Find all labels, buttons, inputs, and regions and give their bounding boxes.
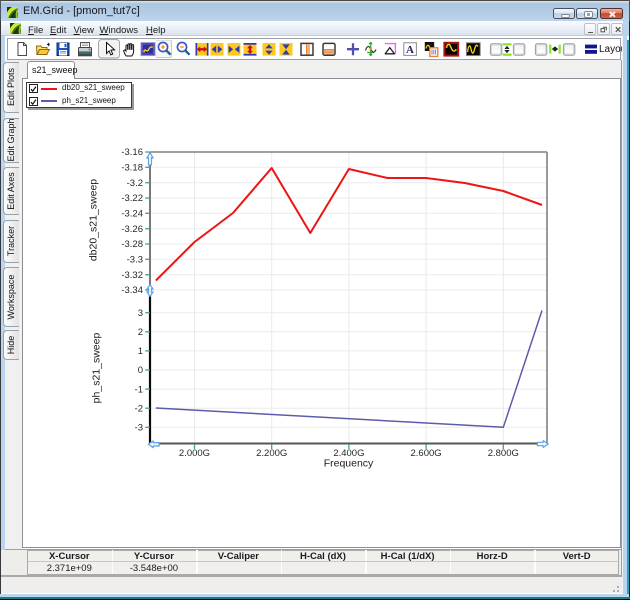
svg-text:2: 2 [138,327,143,338]
svg-text:-3.32: -3.32 [121,270,143,281]
svg-text:db20_s21_sweep: db20_s21_sweep [88,179,100,261]
svg-text:Frequency: Frequency [324,458,374,470]
svg-text:-3.34: -3.34 [121,285,143,296]
svg-text:-3.16: -3.16 [121,147,143,158]
svg-text:-3.22: -3.22 [121,193,143,204]
svg-text:-3.18: -3.18 [121,163,143,174]
svg-text:-3.24: -3.24 [121,209,143,220]
svg-text:-3.3: -3.3 [127,255,143,266]
svg-text:2.800G: 2.800G [488,448,519,459]
svg-text:2.200G: 2.200G [256,448,287,459]
svg-text:-3.28: -3.28 [121,239,143,250]
svg-text:0: 0 [138,365,143,376]
svg-text:2.000G: 2.000G [179,448,210,459]
svg-text:3: 3 [138,308,143,319]
svg-text:2.600G: 2.600G [411,448,442,459]
svg-text:-3: -3 [135,423,143,434]
svg-text:1: 1 [138,346,143,357]
svg-text:ph_s21_sweep: ph_s21_sweep [91,333,103,404]
svg-text:-3.2: -3.2 [127,178,143,189]
svg-text:-1: -1 [135,384,143,395]
svg-text:-2: -2 [135,403,143,414]
svg-text:-3.26: -3.26 [121,224,143,235]
